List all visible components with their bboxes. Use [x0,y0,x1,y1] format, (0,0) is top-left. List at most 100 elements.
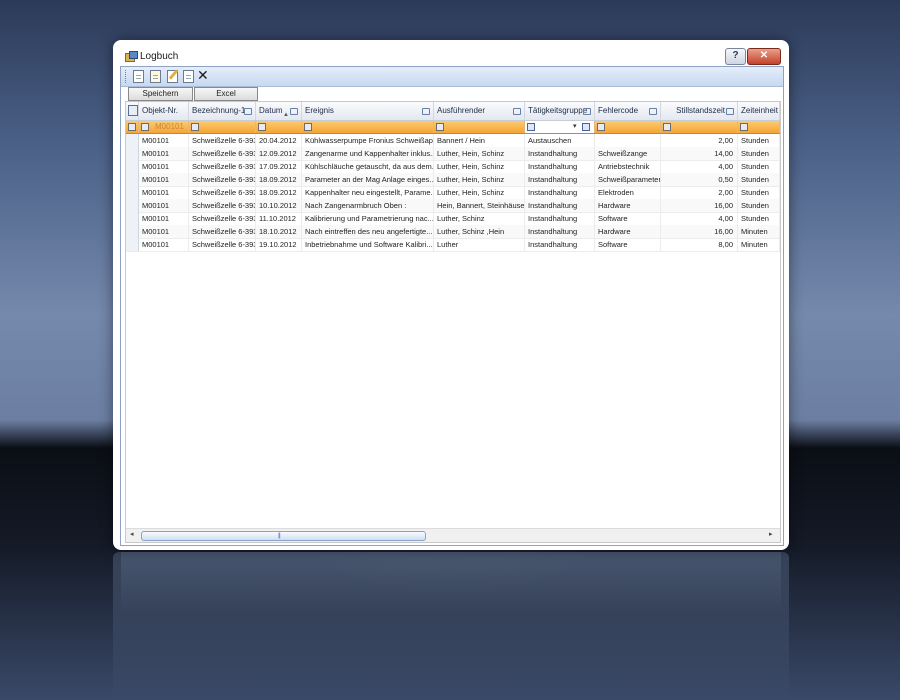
filter-operator-icon[interactable] [663,123,671,131]
table-cell-einheit[interactable]: Stunden [738,160,780,173]
row-selector[interactable] [126,173,139,186]
table-cell-gruppe[interactable]: Instandhaltung [525,225,595,238]
filter-cell-taetigkeitsgruppe[interactable]: ▾ [525,121,595,133]
edit-document-icon[interactable] [167,70,178,83]
table-cell-einheit[interactable]: Stunden [738,173,780,186]
delete-icon[interactable]: ✕ [197,68,209,82]
row-selector[interactable] [126,160,139,173]
table-cell-fehler[interactable]: Elektroden [595,186,661,199]
table-row[interactable]: M00101 Schweißzelle 6-393 11.10.2012 Kalibr… [126,212,780,226]
table-cell-ereignis[interactable]: Nach eintreffen des neu angefertigte... [302,225,434,238]
filter-operator-icon[interactable] [597,123,605,131]
excel-export-button[interactable]: Excel [194,87,258,101]
table-cell-gruppe[interactable]: Instandhaltung [525,186,595,199]
scrollbar-thumb[interactable]: ||| [141,531,426,541]
row-selector[interactable] [126,147,139,160]
table-cell-bez[interactable]: Schweißzelle 6-393 [189,134,256,147]
table-cell-zeit[interactable]: 4,00 [661,212,738,225]
table-cell-ausf[interactable]: Luther, Hein, Schinz [434,173,525,186]
table-cell-zeit[interactable]: 16,00 [661,199,738,212]
close-button[interactable]: ✕ [747,48,781,65]
row-selector[interactable] [126,134,139,147]
horizontal-scrollbar[interactable]: ◂ ||| ▸ [126,528,780,542]
open-document-icon[interactable] [150,70,161,83]
table-cell-gruppe[interactable]: Instandhaltung [525,212,595,225]
scroll-left-icon[interactable]: ◂ [130,530,134,538]
table-cell-ereignis[interactable]: Kappenhalter neu eingestellt, Parame... [302,186,434,199]
table-cell-objekt[interactable]: M00101 [139,238,189,251]
table-cell-datum[interactable]: 12.09.2012 [256,147,302,160]
table-row[interactable]: M00101 Schweißzelle 6-393 20.04.2012 Kühlwa… [126,134,780,148]
filter-cell-datum[interactable] [256,121,302,133]
filter-clear-icon[interactable] [582,123,590,131]
table-cell-ausf[interactable]: Luther, Schinz ,Hein [434,225,525,238]
table-cell-objekt[interactable]: M00101 [139,212,189,225]
table-cell-einheit[interactable]: Minuten [738,238,780,251]
filter-cell-bezeichnung[interactable] [189,121,256,133]
table-cell-bez[interactable]: Schweißzelle 6-393 [189,160,256,173]
filter-cell-ausfuehrender[interactable] [434,121,525,133]
toolbar-grip[interactable] [125,70,128,83]
table-cell-ereignis[interactable]: Kühlwasserpumpe Fronius Schweißap... [302,134,434,147]
table-cell-zeit[interactable]: 0,50 [661,173,738,186]
table-row[interactable]: M00101 Schweißzelle 6-393 12.09.2012 Zangen… [126,147,780,161]
table-cell-bez[interactable]: Schweißzelle 6-393 [189,147,256,160]
dropdown-arrow-icon[interactable]: ▾ [573,121,577,133]
table-cell-objekt[interactable]: M00101 [139,173,189,186]
pin-icon[interactable] [513,108,521,115]
table-cell-datum[interactable]: 18.09.2012 [256,186,302,199]
table-cell-bez[interactable]: Schweißzelle 6-393 [189,238,256,251]
table-cell-ereignis[interactable]: Kühlschläuche getauscht, da aus dem... [302,160,434,173]
column-header-taetigkeitsgruppe[interactable]: Tätigkeitsgruppe [525,102,595,120]
pin-icon[interactable] [244,108,252,115]
table-row[interactable]: M00101 Schweißzelle 6-393 18.09.2012 Parame… [126,173,780,187]
column-header-zeiteinheit[interactable]: Zeiteinheit [738,102,780,120]
table-cell-ausf[interactable]: Luther, Hein, Schinz [434,147,525,160]
table-cell-einheit[interactable]: Stunden [738,134,780,147]
filter-operator-icon[interactable] [258,123,266,131]
save-button[interactable]: Speichern [128,87,193,101]
table-cell-ereignis[interactable]: Parameter an der Mag Anlage einges... [302,173,434,186]
column-header-ereignis[interactable]: Ereignis [302,102,434,120]
table-cell-bez[interactable]: Schweißzelle 6-393 [189,212,256,225]
row-selector[interactable] [126,199,139,212]
filter-operator-icon[interactable] [141,123,149,131]
table-cell-einheit[interactable]: Stunden [738,212,780,225]
table-row[interactable]: M00101 Schweißzelle 6-393 10.10.2012 Nach Z… [126,199,780,213]
filter-cell-zeiteinheit[interactable] [738,121,780,133]
row-selector[interactable] [126,225,139,238]
filter-cell-ereignis[interactable] [302,121,434,133]
table-cell-ausf[interactable]: Luther, Schinz [434,212,525,225]
table-cell-gruppe[interactable]: Instandhaltung [525,147,595,160]
table-row[interactable]: M00101 Schweißzelle 6-393 18.09.2012 Kappen… [126,186,780,200]
table-cell-ausf[interactable]: Luther [434,238,525,251]
table-cell-bez[interactable]: Schweißzelle 6-393 [189,199,256,212]
filter-operator-icon[interactable] [740,123,748,131]
table-cell-fehler[interactable] [595,134,661,147]
table-cell-fehler[interactable]: Schweißzange [595,147,661,160]
row-selector[interactable] [126,212,139,225]
table-cell-einheit[interactable]: Stunden [738,186,780,199]
table-cell-objekt[interactable]: M00101 [139,186,189,199]
filter-operator-icon[interactable] [527,123,535,131]
table-cell-datum[interactable]: 17.09.2012 [256,160,302,173]
table-cell-gruppe[interactable]: Instandhaltung [525,173,595,186]
title-bar[interactable]: Logbuch ? ✕ [113,40,789,66]
table-cell-datum[interactable]: 11.10.2012 [256,212,302,225]
table-cell-objekt[interactable]: M00101 [139,199,189,212]
table-cell-datum[interactable]: 10.10.2012 [256,199,302,212]
table-cell-ereignis[interactable]: Zangenarme und Kappenhalter inklus... [302,147,434,160]
table-cell-zeit[interactable]: 2,00 [661,186,738,199]
table-cell-gruppe[interactable]: Austauschen [525,134,595,147]
table-cell-zeit[interactable]: 8,00 [661,238,738,251]
table-cell-gruppe[interactable]: Instandhaltung [525,199,595,212]
column-chooser-icon[interactable] [128,105,138,116]
column-header-objekt-nr[interactable]: Objekt-Nr. [139,102,189,120]
table-cell-einheit[interactable]: Stunden [738,199,780,212]
filter-operator-icon[interactable] [191,123,199,131]
pin-icon[interactable] [290,108,298,115]
column-chooser-cell[interactable] [126,102,139,120]
filter-clear-icon[interactable] [128,123,136,131]
table-cell-zeit[interactable]: 4,00 [661,160,738,173]
pin-icon[interactable] [649,108,657,115]
